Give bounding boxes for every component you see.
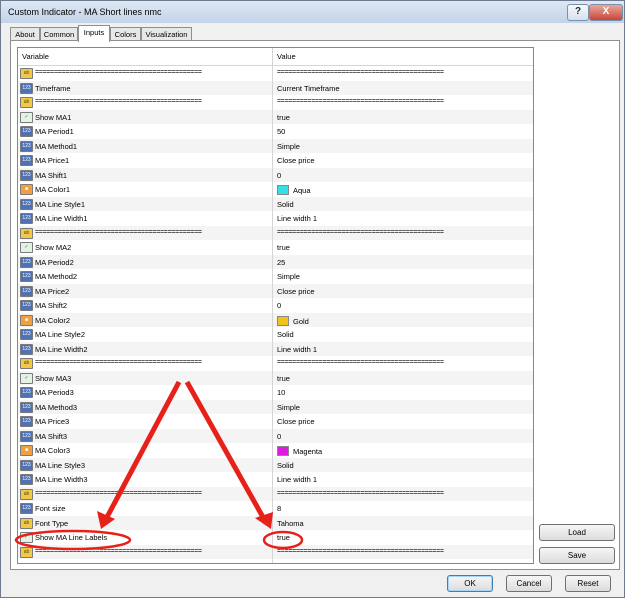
annotation-arrow-left: [103, 380, 182, 521]
dialog-window: Custom Indicator - MA Short lines nmc ? …: [0, 0, 625, 598]
tab-inputs[interactable]: Inputs: [78, 25, 110, 42]
annotation-ellipse-value: [262, 530, 304, 550]
annotation-ellipse-label: [14, 529, 132, 551]
annotation-arrow-right: [184, 380, 267, 521]
annotation-overlay: [14, 380, 304, 551]
